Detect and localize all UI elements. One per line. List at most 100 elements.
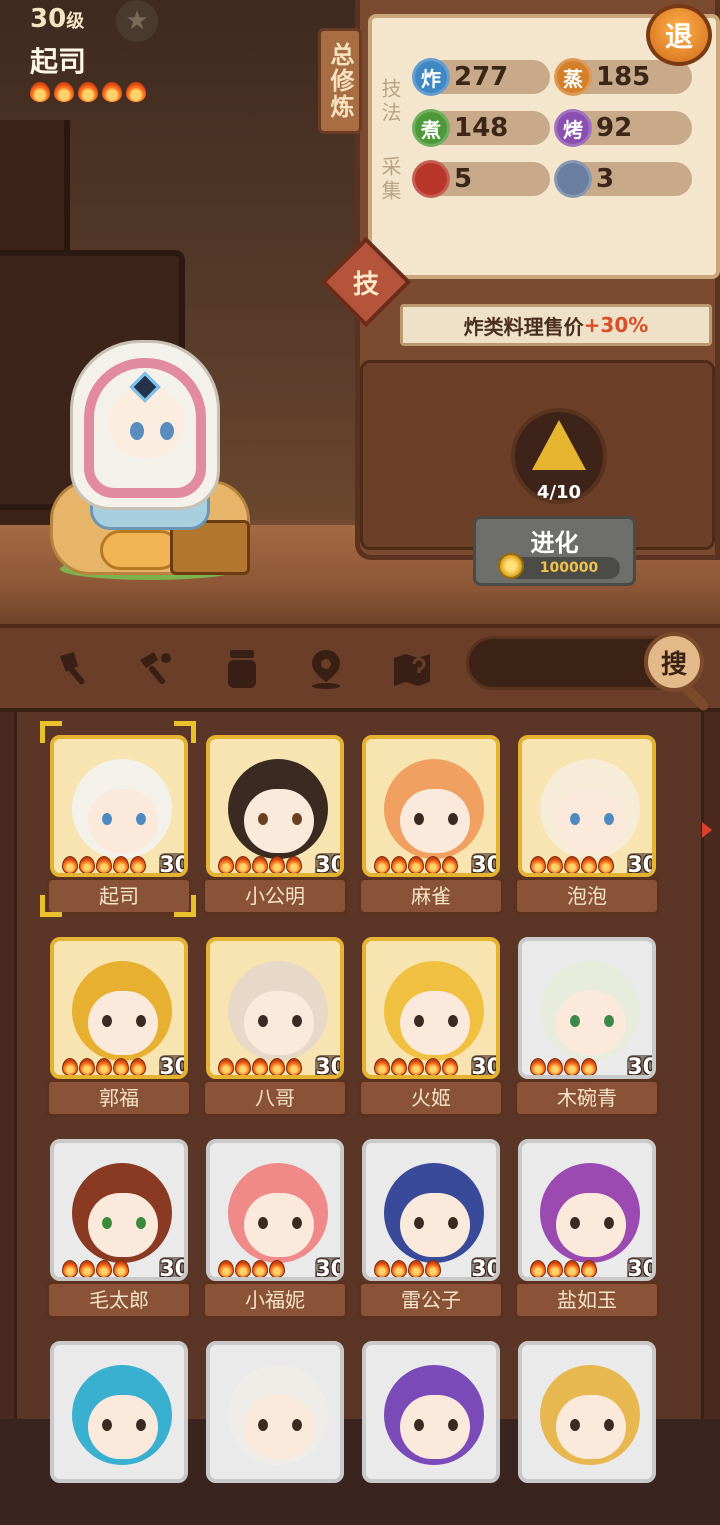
character-portrait xyxy=(362,1341,500,1483)
coin-icon xyxy=(498,553,524,579)
evolve-label: 进化 xyxy=(530,529,579,557)
flame-icon xyxy=(113,1260,129,1277)
character-portrait: 30 xyxy=(362,735,500,877)
flame-icon xyxy=(425,1260,441,1277)
flame-icon xyxy=(235,1260,251,1277)
character-name: 泡泡 xyxy=(514,877,660,915)
flame-icon xyxy=(252,856,268,873)
character-level: 30 xyxy=(627,1054,652,1075)
character-eyes xyxy=(102,1419,146,1431)
character-card[interactable] xyxy=(202,1341,348,1525)
character-level: 30 xyxy=(159,1054,184,1075)
character-eyes xyxy=(102,813,146,825)
bread-prop xyxy=(100,530,180,570)
flame-icon xyxy=(581,1058,597,1075)
character-card[interactable]: 30 盐如玉 xyxy=(514,1139,660,1323)
flame-icon xyxy=(581,856,597,873)
character-rank-row: 30 xyxy=(62,1054,184,1075)
character-eyes xyxy=(414,813,458,825)
flame-icon xyxy=(547,856,563,873)
selection-corner xyxy=(174,895,196,917)
total-cultivation-tag: 总修炼 xyxy=(318,28,362,134)
evolution-progress: 4/10 xyxy=(536,482,582,503)
evolve-button[interactable]: 进化 100000 xyxy=(473,516,636,586)
character-card[interactable]: 30 毛太郎 xyxy=(46,1139,192,1323)
character-portrait: 30 xyxy=(50,937,188,1079)
flame-icon xyxy=(391,1260,407,1277)
flame-icon xyxy=(235,856,251,873)
map-icon[interactable] xyxy=(388,644,436,692)
skill-button[interactable]: 技 xyxy=(334,250,398,314)
hoe-icon[interactable] xyxy=(134,644,182,692)
character-rank-row: 30 xyxy=(218,1054,340,1075)
character-eyes xyxy=(414,1015,458,1027)
character-card[interactable]: 30 雷公子 xyxy=(358,1139,504,1323)
selected-chef-figure[interactable] xyxy=(50,340,260,585)
character-eyes xyxy=(414,1419,458,1431)
search-button[interactable]: 搜 xyxy=(644,632,704,692)
chef-eye-right xyxy=(160,422,174,440)
character-name: 八哥 xyxy=(202,1079,348,1117)
jar-icon[interactable] xyxy=(218,644,266,692)
flame-icon xyxy=(102,82,122,102)
character-rank-row: 30 xyxy=(218,1256,340,1277)
flame-icon xyxy=(564,1058,580,1075)
stat-value: 5 xyxy=(454,164,473,194)
character-name: 雷公子 xyxy=(358,1281,504,1319)
character-card[interactable] xyxy=(46,1341,192,1525)
flame-icon xyxy=(62,856,78,873)
location-icon[interactable] xyxy=(302,644,350,692)
scroll-indicator xyxy=(702,822,712,838)
character-card[interactable]: 30 火姬 xyxy=(358,937,504,1121)
character-rank-row: 30 xyxy=(374,1054,496,1075)
player-name: 起司 xyxy=(30,45,87,78)
character-portrait: 30 xyxy=(50,735,188,877)
flame-icon xyxy=(79,1058,95,1075)
character-portrait: 30 xyxy=(206,937,344,1079)
cooking-method-icon: 炸 xyxy=(412,58,450,96)
character-card[interactable]: 30 小公明 xyxy=(202,735,348,919)
character-card[interactable]: 30 郭福 xyxy=(46,937,192,1121)
character-card[interactable]: 30 木碗青 xyxy=(514,937,660,1121)
character-card[interactable] xyxy=(358,1341,504,1525)
flame-icon xyxy=(79,1260,95,1277)
selection-corner xyxy=(40,721,62,743)
gather-label: 采集 xyxy=(378,156,402,204)
character-card[interactable]: 30 起司 xyxy=(40,721,196,919)
shovel-icon[interactable] xyxy=(52,644,100,692)
character-level: 30 xyxy=(627,852,652,873)
flame-icon xyxy=(425,1058,441,1075)
character-level: 30 xyxy=(315,1054,340,1075)
character-name: 郭福 xyxy=(46,1079,192,1117)
character-name: 毛太郎 xyxy=(46,1281,192,1319)
character-card[interactable]: 30 八哥 xyxy=(202,937,348,1121)
character-portrait xyxy=(518,1341,656,1483)
stat-value: 277 xyxy=(454,62,509,92)
character-portrait xyxy=(50,1341,188,1483)
character-card[interactable]: 30 泡泡 xyxy=(514,735,660,919)
character-card[interactable]: 30 麻雀 xyxy=(358,735,504,919)
flame-icon xyxy=(252,1260,268,1277)
chef-eye-left xyxy=(130,422,144,440)
stat-value: 3 xyxy=(596,164,615,194)
character-eyes xyxy=(258,813,302,825)
flame-icon xyxy=(530,1058,546,1075)
flame-icon xyxy=(374,856,390,873)
character-name: 小公明 xyxy=(202,877,348,915)
character-card[interactable] xyxy=(514,1341,660,1525)
character-card[interactable]: 30 小福妮 xyxy=(202,1139,348,1323)
stat-value: 92 xyxy=(596,113,633,143)
character-portrait: 30 xyxy=(50,1139,188,1281)
character-rank-row: 30 xyxy=(62,852,184,873)
character-portrait: 30 xyxy=(362,1139,500,1281)
favorite-star-button[interactable]: ★ xyxy=(116,0,158,42)
character-name: 火姬 xyxy=(358,1079,504,1117)
exit-button[interactable]: 退 xyxy=(646,4,712,66)
character-eyes xyxy=(570,1419,614,1431)
flame-icon xyxy=(96,856,112,873)
character-eyes xyxy=(570,1217,614,1229)
character-rank-row: 30 xyxy=(374,1256,496,1277)
flame-icon xyxy=(113,856,129,873)
flame-icon xyxy=(374,1058,390,1075)
flame-icon xyxy=(126,82,146,102)
